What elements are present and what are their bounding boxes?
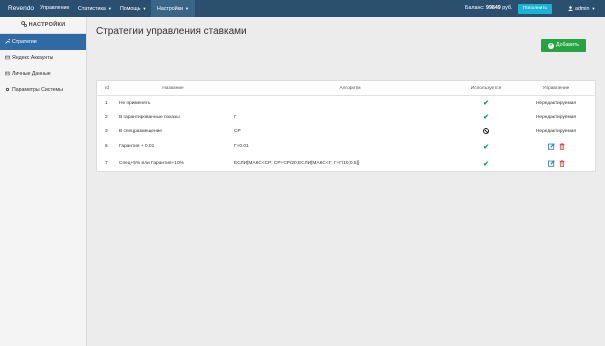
nav-item-help[interactable]: Помощь ▼ xyxy=(114,0,152,17)
row-name: Спец+5% или Гарантия+10% xyxy=(119,161,184,166)
check-icon: ✔ xyxy=(483,160,489,168)
sidebar-item-yandex-accounts[interactable]: Яндекс Аккаунты xyxy=(0,50,86,66)
sidebar-item-label: Стратегии xyxy=(12,39,37,45)
add-button-label: Добавить xyxy=(556,42,579,48)
card-icon xyxy=(5,55,10,60)
sidebar-item-label: Яндекс Аккаунты xyxy=(12,55,54,61)
caret-down-icon: ▼ xyxy=(591,6,596,11)
caret-down-icon: ▼ xyxy=(107,6,112,11)
strategies-table: Id Название Алгоритм Используется Управл… xyxy=(96,80,596,172)
plus-circle-icon: + xyxy=(548,43,555,49)
header-algorithm: Алгоритм xyxy=(339,85,361,91)
sidebar-item-personal-data[interactable]: Личные Данные xyxy=(0,66,86,82)
row-name: Не применять xyxy=(119,100,151,106)
row-used: ✔ xyxy=(467,110,505,124)
row-algorithm: СР xyxy=(234,128,241,134)
ban-icon xyxy=(483,128,489,134)
row-manage: Нередактируемая xyxy=(535,128,577,134)
nav-item-label: Помощь xyxy=(120,6,141,12)
table-header: Id Название Алгоритм Используется Управл… xyxy=(97,81,595,96)
user-icon xyxy=(568,6,573,11)
row-name: В гарантированные показы xyxy=(119,114,180,120)
topup-button[interactable]: Пополнить xyxy=(518,4,552,14)
table-row: 1 Не применять ✔ Нередактируемая xyxy=(97,96,595,110)
row-algorithm: ЕСЛИ[МАКС<СР; СР+СР/20;ЕСЛИ[МАКС<Г; Г+Г/… xyxy=(234,161,360,166)
wrench-icon xyxy=(5,39,10,44)
header-name: Название xyxy=(162,85,184,91)
row-id: 1 xyxy=(105,100,108,106)
table-row: 7 Спец+5% или Гарантия+10% ЕСЛИ[МАКС<СР;… xyxy=(97,155,595,172)
check-icon: ✔ xyxy=(483,143,489,151)
sidebar: НАСТРОЙКИ Стратегии Яндекс Аккаунты Личн… xyxy=(0,17,87,346)
nav-item-management[interactable]: Управление xyxy=(34,0,75,17)
row-used: ✔ xyxy=(467,96,505,110)
main-content: Стратегии управления ставками + Добавить … xyxy=(88,17,605,346)
sidebar-item-strategies[interactable]: Стратегии xyxy=(0,34,86,50)
header-manage: Управление xyxy=(542,85,570,91)
table-row: 3 В спецразмещение СР Нередактируемая xyxy=(97,124,595,138)
row-manage: Нередактируемая xyxy=(535,114,577,120)
row-algorithm: Г xyxy=(234,114,237,120)
edit-icon[interactable] xyxy=(547,160,555,167)
sidebar-heading: НАСТРОЙКИ xyxy=(0,17,86,34)
nav-item-label: Статистика xyxy=(78,6,106,12)
user-menu[interactable]: admin ▼ xyxy=(568,0,595,18)
sidebar-item-label: Параметры Системы xyxy=(12,87,63,93)
header-used: Используется xyxy=(470,85,502,91)
row-used: ✔ xyxy=(467,155,505,172)
brand-logo[interactable]: Revendo xyxy=(8,5,34,12)
user-name: admin xyxy=(575,6,590,12)
table-row: 2 В гарантированные показы Г ✔ Нередакти… xyxy=(97,110,595,124)
row-name: Гарантия + 0.01 xyxy=(119,144,155,149)
row-name: В спецразмещение xyxy=(119,128,162,134)
row-id: 6 xyxy=(105,144,108,149)
balance-value: 99849 xyxy=(486,5,501,11)
nav-item-label: Управление xyxy=(40,5,70,11)
row-algorithm: Г+0.01 xyxy=(234,144,249,149)
header-id: Id xyxy=(105,85,110,91)
row-used: ✔ xyxy=(467,138,505,155)
caret-down-icon: ▼ xyxy=(142,6,147,11)
check-icon: ✔ xyxy=(483,114,489,121)
sidebar-item-system-params[interactable]: Параметры Системы xyxy=(0,82,86,98)
sidebar-heading-label: НАСТРОЙКИ xyxy=(28,22,66,28)
settings-icon xyxy=(20,21,27,27)
gear-icon xyxy=(5,87,10,92)
trash-icon[interactable] xyxy=(559,143,565,150)
page-title: Стратегии управления ставками xyxy=(96,26,247,37)
balance-display: Баланс: 99849 руб. xyxy=(465,0,512,17)
sidebar-item-label: Личные Данные xyxy=(12,71,51,77)
row-used xyxy=(467,124,505,138)
edit-icon[interactable] xyxy=(547,143,555,150)
trash-icon[interactable] xyxy=(559,160,565,167)
table-row: 6 Гарантия + 0.01 Г+0.01 ✔ xyxy=(97,138,595,155)
add-strategy-button[interactable]: + Добавить xyxy=(541,39,586,52)
nav-item-label: Настройки xyxy=(157,6,183,12)
row-manage xyxy=(520,155,592,172)
nav-item-settings[interactable]: Настройки ▼ xyxy=(151,0,195,17)
balance-label: Баланс: xyxy=(465,5,485,11)
caret-down-icon: ▼ xyxy=(184,6,189,11)
top-navbar: Revendo Управление Статистика ▼ Помощь ▼ Н… xyxy=(0,0,605,17)
row-id: 2 xyxy=(105,114,108,120)
balance-currency: руб. xyxy=(502,5,513,11)
check-icon: ✔ xyxy=(483,100,489,107)
id-card-icon xyxy=(5,71,10,76)
row-id: 3 xyxy=(105,128,108,134)
row-id: 7 xyxy=(105,161,108,166)
nav-item-statistics[interactable]: Статистика ▼ xyxy=(72,0,118,17)
row-manage: Нередактируемая xyxy=(535,100,577,106)
row-manage xyxy=(520,138,592,155)
